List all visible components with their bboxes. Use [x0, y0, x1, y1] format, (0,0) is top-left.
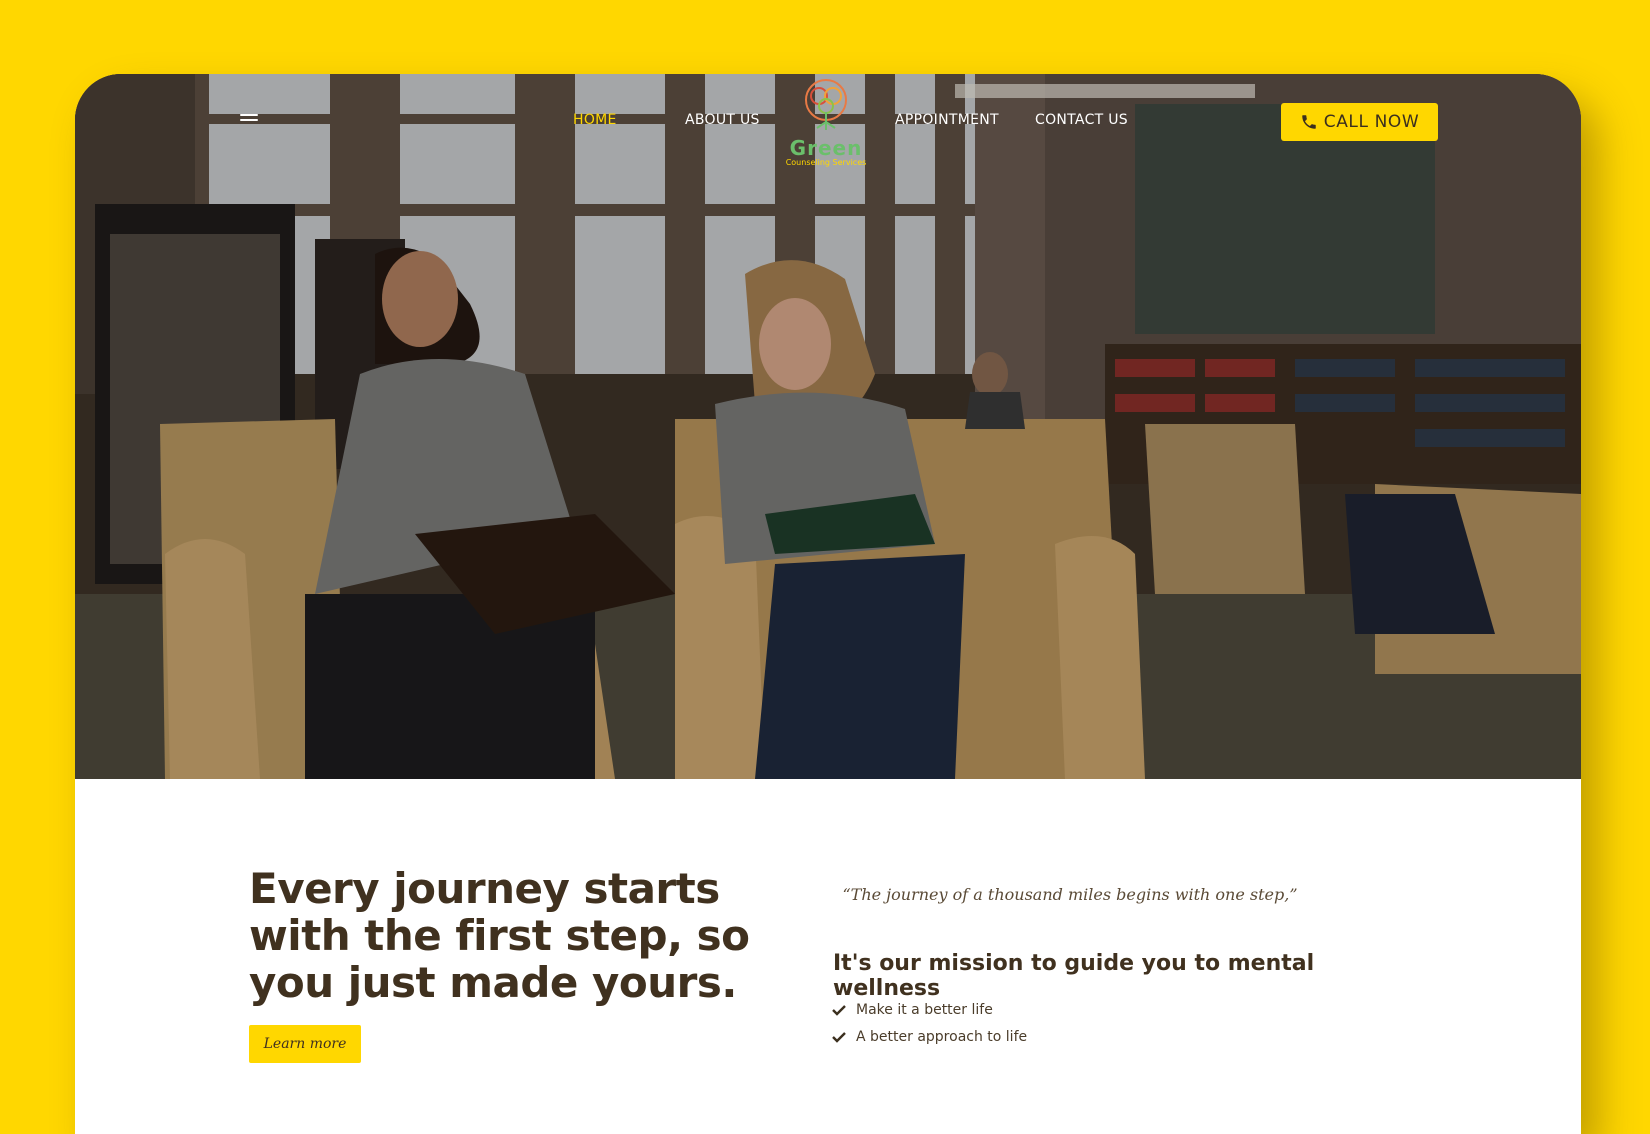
list-item-label: A better approach to life [856, 1028, 1028, 1045]
list-item: Make it a better life [832, 996, 1027, 1023]
call-now-label: CALL NOW [1323, 112, 1420, 132]
mission-heading: It's our mission to guide you to mental … [833, 951, 1315, 1001]
feature-list: Make it a better life A better approach … [832, 996, 1027, 1050]
phone-icon [1301, 115, 1316, 129]
logo-subtitle: Counseling Services [785, 158, 867, 167]
hamburger-icon[interactable] [240, 114, 258, 126]
page-headline: Every journey starts with the first step… [249, 864, 750, 1007]
list-item: A better approach to life [832, 1023, 1027, 1050]
check-icon [832, 1031, 846, 1043]
intro-section: Every journey starts with the first step… [75, 779, 1581, 1134]
hero-section: HOME ABOUT US Green Counseling Services … [75, 74, 1581, 779]
nav-about-us[interactable]: ABOUT US [685, 112, 760, 128]
logo-word: Green [789, 136, 863, 160]
list-item-label: Make it a better life [856, 1001, 993, 1018]
tree-logo-icon [805, 79, 847, 130]
hero-overlay [75, 74, 1581, 779]
nav-contact-us[interactable]: CONTACT US [1035, 112, 1128, 128]
nav-home[interactable]: HOME [573, 112, 617, 128]
browser-frame: HOME ABOUT US Green Counseling Services … [75, 74, 1581, 1134]
nav-appointment[interactable]: APPOINTMENT [895, 112, 999, 128]
quote-text: “The journey of a thousand miles begins … [842, 885, 1298, 904]
site-logo[interactable]: Green Counseling Services [781, 78, 871, 168]
learn-more-button[interactable]: Learn more [249, 1025, 361, 1063]
check-icon [832, 1004, 846, 1016]
call-now-button[interactable]: CALL NOW [1281, 103, 1438, 141]
